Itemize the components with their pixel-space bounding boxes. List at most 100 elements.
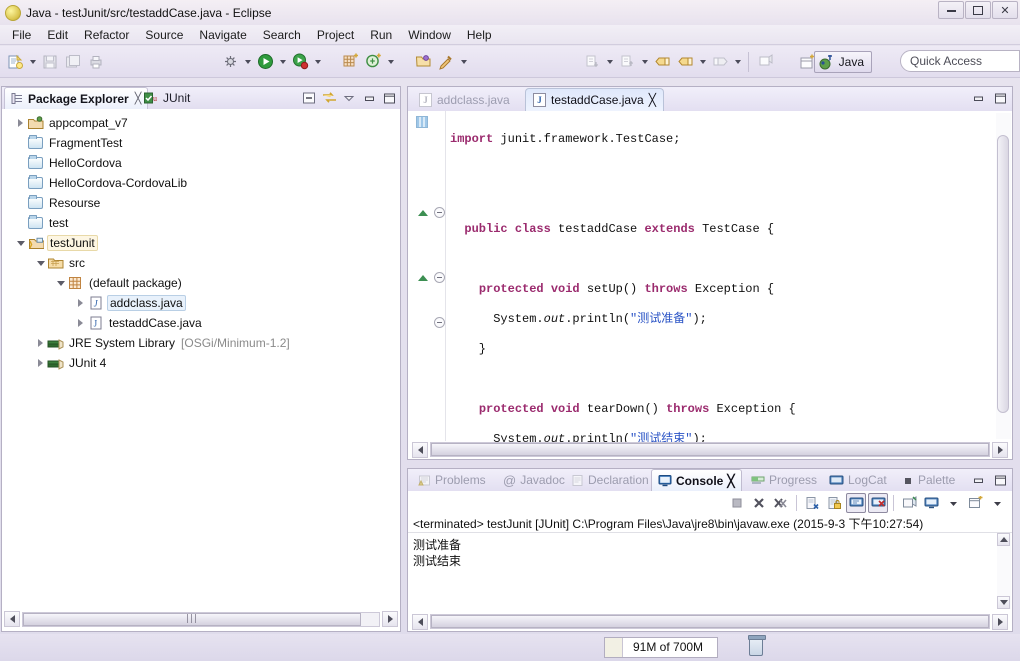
source-code[interactable]: import junit.framework.TestCase; public … <box>446 111 994 446</box>
tree-item-junit4[interactable]: JUnit 4 <box>2 353 400 373</box>
debug-icon[interactable] <box>219 51 241 73</box>
console-hscrollbar[interactable] <box>410 613 1010 630</box>
hscroll-track[interactable]: ||| <box>22 611 380 627</box>
twisty-icon[interactable] <box>74 313 87 333</box>
minimize-button[interactable] <box>938 1 964 19</box>
fold-toggle-icon[interactable] <box>434 272 445 283</box>
fold-toggle-icon[interactable] <box>434 317 445 328</box>
code-editor[interactable]: import junit.framework.TestCase; public … <box>408 111 1012 459</box>
back-dropdown-arrow[interactable] <box>697 51 708 73</box>
minimize-view-icon[interactable] <box>361 90 377 106</box>
tree-item-hellocordova-cordovalib[interactable]: HelloCordova-CordovaLib <box>2 173 400 193</box>
hscroll-track[interactable] <box>430 614 990 629</box>
previous-annotation-icon[interactable] <box>616 51 638 73</box>
menu-navigate[interactable]: Navigate <box>191 27 254 43</box>
vscroll-thumb[interactable] <box>997 135 1009 413</box>
menu-project[interactable]: Project <box>309 27 362 43</box>
tree-item-default-package[interactable]: (default package) <box>2 273 400 293</box>
tree-item-resourse[interactable]: Resourse <box>2 193 400 213</box>
quick-access-input[interactable]: Quick Access <box>900 50 1020 72</box>
minimize-console-icon[interactable] <box>970 472 986 488</box>
heap-status-indicator[interactable]: 91M of 700M <box>604 637 719 658</box>
forward-dropdown-arrow[interactable] <box>732 51 743 73</box>
editor-gutter[interactable] <box>408 111 446 441</box>
console-vscrollbar[interactable] <box>997 533 1011 609</box>
tab-javadoc[interactable]: @ Javadoc <box>497 469 571 491</box>
print-icon[interactable] <box>85 51 107 73</box>
tree-item-test[interactable]: test <box>2 213 400 233</box>
twisty-icon[interactable] <box>14 113 27 133</box>
new-wizard-icon[interactable] <box>4 51 26 73</box>
tree-item-testaddcase-java[interactable]: J testaddCase.java <box>2 313 400 333</box>
show-console-on-error-icon[interactable] <box>868 493 888 513</box>
scroll-lock-icon[interactable] <box>824 493 844 513</box>
new-dropdown-arrow[interactable] <box>27 51 38 73</box>
view-menu-icon[interactable] <box>341 90 357 106</box>
editor-vscrollbar[interactable] <box>996 113 1011 439</box>
twisty-icon[interactable] <box>34 333 47 353</box>
package-explorer-hscrollbar[interactable]: ||| <box>2 607 400 631</box>
tree-item-jre-system-library[interactable]: JRE System Library [OSGi/Minimum-1.2] <box>2 333 400 353</box>
tree-item-testjunit[interactable]: testJunit <box>2 233 400 253</box>
hscroll-thumb[interactable] <box>431 615 989 628</box>
hscroll-thumb[interactable] <box>431 443 989 456</box>
scroll-left-button[interactable] <box>4 611 20 627</box>
scroll-up-button[interactable] <box>997 533 1010 546</box>
minimize-editor-icon[interactable] <box>970 90 986 106</box>
tab-problems[interactable]: Problems <box>412 469 492 491</box>
pin-editor-icon[interactable] <box>754 51 776 73</box>
tab-progress[interactable]: Progress <box>745 469 823 491</box>
show-console-on-output-icon[interactable] <box>846 493 866 513</box>
menu-file[interactable]: File <box>4 27 39 43</box>
menu-edit[interactable]: Edit <box>39 27 76 43</box>
next-annotation-icon[interactable] <box>581 51 603 73</box>
menu-run[interactable]: Run <box>362 27 400 43</box>
restore-button[interactable] <box>965 1 991 19</box>
tab-package-explorer[interactable]: Package Explorer ╳ <box>4 87 149 109</box>
search-dropdown-arrow[interactable] <box>458 51 469 73</box>
display-console-dropdown-arrow[interactable] <box>943 493 963 513</box>
console-output[interactable]: 测试准备 测试结束 <box>408 533 996 609</box>
twisty-icon[interactable] <box>74 293 87 313</box>
tab-declaration[interactable]: Declaration <box>565 469 655 491</box>
maximize-console-icon[interactable] <box>992 472 1008 488</box>
scroll-right-button[interactable] <box>382 611 398 627</box>
hscroll-track[interactable] <box>430 442 990 457</box>
fold-toggle-icon[interactable] <box>434 207 445 218</box>
tree-item-hellocordova[interactable]: HelloCordova <box>2 153 400 173</box>
project-tree[interactable]: appcompat_v7 FragmentTest HelloCordova H… <box>2 109 400 605</box>
run-gc-icon[interactable] <box>748 635 766 656</box>
run-icon[interactable] <box>254 51 276 73</box>
twisty-icon[interactable] <box>34 353 47 373</box>
new-class-dropdown-arrow[interactable] <box>385 51 396 73</box>
tab-palette[interactable]: Palette <box>897 469 961 491</box>
last-edit-location-icon[interactable] <box>651 51 673 73</box>
debug-dropdown-arrow[interactable] <box>242 51 253 73</box>
twisty-icon[interactable] <box>14 233 27 253</box>
tree-item-src[interactable]: src <box>2 253 400 273</box>
link-with-editor-icon[interactable] <box>321 90 337 106</box>
tab-logcat[interactable]: LogCat <box>823 469 893 491</box>
scroll-left-button[interactable] <box>412 441 428 458</box>
remove-launch-icon[interactable] <box>749 493 769 513</box>
forward-icon[interactable] <box>709 51 731 73</box>
twisty-icon[interactable] <box>34 253 47 273</box>
terminate-icon[interactable] <box>727 493 747 513</box>
new-java-package-icon[interactable] <box>339 51 361 73</box>
editor-tab-addclass[interactable]: J addclass.java <box>412 88 517 111</box>
previous-annotation-dropdown-arrow[interactable] <box>639 51 650 73</box>
scroll-down-button[interactable] <box>997 596 1010 609</box>
collapse-all-icon[interactable] <box>301 90 317 106</box>
close-icon[interactable]: ╳ <box>649 93 656 107</box>
display-selected-console-icon[interactable] <box>921 493 941 513</box>
new-java-class-icon[interactable] <box>362 51 384 73</box>
remove-all-terminated-icon[interactable] <box>771 493 791 513</box>
pin-console-icon[interactable] <box>899 493 919 513</box>
editor-tab-testaddcase[interactable]: J testaddCase.java ╳ <box>525 88 664 111</box>
tab-junit[interactable]: u JUnit <box>138 87 196 109</box>
hscroll-thumb[interactable]: ||| <box>23 612 361 626</box>
menu-refactor[interactable]: Refactor <box>76 27 137 43</box>
maximize-editor-icon[interactable] <box>992 90 1008 106</box>
tree-item-addclass-java[interactable]: J addclass.java <box>2 293 400 313</box>
open-console-dropdown-arrow[interactable] <box>987 493 1007 513</box>
